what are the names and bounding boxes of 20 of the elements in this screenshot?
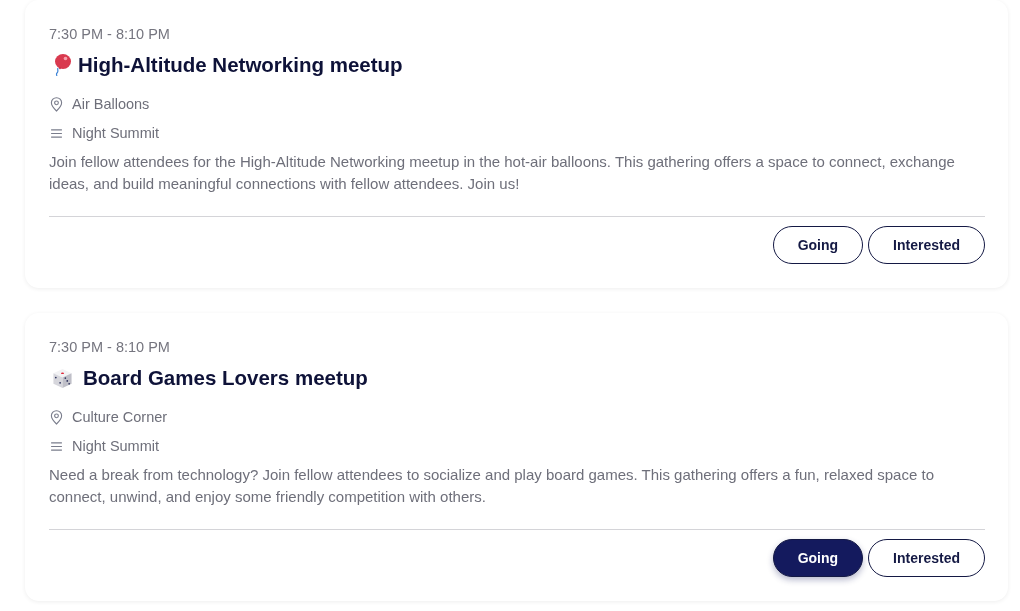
event-location: Air Balloons	[72, 95, 150, 114]
dice-icon	[52, 367, 73, 389]
interested-button[interactable]: Interested	[868, 539, 985, 577]
list-icon	[51, 441, 62, 451]
event-time: 7:30 PM - 8:10 PM	[49, 338, 171, 357]
event-title: High-Altitude Networking meetup	[78, 52, 403, 78]
event-description: Join fellow attendees for the High-Altitude Networking meetup in the hot-air balloons. This gathering offers a space to connect, exchange ideas, and build meaningful connections with fellow attendees. Join us!	[49, 152, 956, 194]
list-icon	[51, 128, 62, 138]
balloon-icon	[52, 54, 72, 76]
event-location: Culture Corner	[72, 408, 168, 427]
location-pin-icon	[50, 409, 63, 425]
going-button[interactable]: Going	[772, 226, 864, 264]
event-track: Night Summit	[72, 437, 160, 456]
interested-button[interactable]: Interested	[868, 226, 985, 264]
location-pin-icon	[50, 96, 63, 112]
event-time: 7:30 PM - 8:10 PM	[49, 25, 171, 44]
event-title: Board Games Lovers meetup	[83, 365, 368, 391]
event-description: Need a break from technology? Join fellow attendees to socialize and play board games. This gathering offers a fun, relaxed space to connect, unwind, and enjoy some friendly competition with others.	[49, 465, 935, 507]
going-button[interactable]: Going	[772, 539, 864, 577]
event-track: Night Summit	[72, 124, 160, 143]
